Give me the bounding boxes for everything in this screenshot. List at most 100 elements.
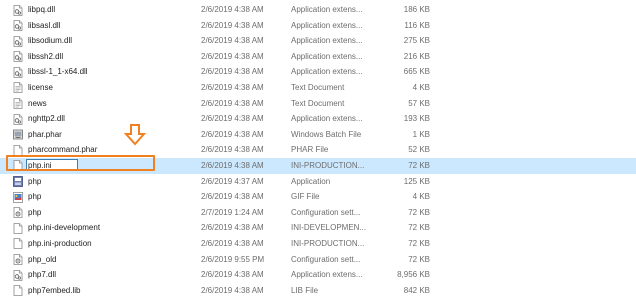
- date-modified: 2/6/2019 4:37 AM: [201, 176, 264, 186]
- file-name: php: [28, 207, 42, 217]
- file-name: php.ini-production: [28, 238, 92, 248]
- date-modified: 2/6/2019 4:38 AM: [201, 192, 264, 202]
- date-modified: 2/6/2019 4:38 AM: [201, 114, 264, 124]
- file-type: Application extens...: [291, 67, 363, 77]
- config-file-icon: [13, 254, 23, 265]
- file-row[interactable]: libssl-1_1-x64.dll 2/6/2019 4:38 AM Applic…: [0, 64, 636, 80]
- file-type: PHAR File: [291, 145, 329, 155]
- blank-file-icon: [13, 238, 23, 250]
- file-size: 57 KB: [408, 98, 430, 108]
- file-size: 72 KB: [408, 254, 430, 264]
- file-size: 72 KB: [408, 238, 430, 248]
- file-name: libsodium.dll: [28, 36, 73, 46]
- php-exe-icon: [13, 176, 23, 187]
- file-size: 216 KB: [403, 51, 430, 61]
- file-row[interactable]: phar.phar 2/6/2019 4:38 AM Windows Batch F…: [0, 127, 636, 143]
- file-size: 842 KB: [403, 285, 430, 295]
- file-name: news: [28, 98, 47, 108]
- file-row[interactable]: php7embed.lib 2/6/2019 4:38 AM LIB File 842…: [0, 283, 636, 299]
- batch-file-icon: [13, 129, 23, 140]
- file-type: Windows Batch File: [291, 129, 362, 139]
- dll-file-icon: [13, 35, 23, 47]
- file-type: INI-DEVELOPMEN...: [291, 223, 367, 233]
- date-modified: 2/6/2019 4:38 AM: [201, 270, 264, 280]
- date-modified: 2/6/2019 4:38 AM: [201, 129, 264, 139]
- file-size: 116 KB: [404, 20, 430, 30]
- file-row[interactable]: libssh2.dll 2/6/2019 4:38 AM Application e…: [0, 49, 636, 65]
- file-type: Configuration sett...: [291, 207, 361, 217]
- blank-file-icon: [13, 285, 23, 297]
- file-row[interactable]: php 2/6/2019 4:38 AM GIF File 4 KB: [0, 189, 636, 205]
- date-modified: 2/6/2019 4:38 AM: [201, 67, 264, 77]
- file-list: libpq.dll 2/6/2019 4:38 AM Application ext…: [0, 2, 636, 298]
- file-type: GIF File: [291, 192, 320, 202]
- file-name: libsasl.dll: [28, 20, 61, 30]
- dll-file-icon: [13, 4, 23, 16]
- config-file-icon: [13, 207, 23, 219]
- date-modified: 2/6/2019 4:38 AM: [201, 20, 264, 30]
- file-type: INI-PRODUCTION...: [291, 238, 365, 248]
- date-modified: 2/6/2019 4:38 AM: [201, 223, 264, 233]
- date-modified: 2/6/2019 4:38 AM: [201, 285, 264, 295]
- file-row[interactable]: news 2/6/2019 4:38 AM Text Document 57 KB: [0, 96, 636, 112]
- file-size: 72 KB: [408, 223, 430, 233]
- file-row[interactable]: nghttp2.dll 2/6/2019 4:38 AM Application e…: [0, 111, 636, 127]
- file-row[interactable]: php7.dll 2/6/2019 4:38 AM Application exte…: [0, 267, 636, 283]
- file-size: 193 KB: [403, 114, 430, 124]
- file-type: Application extens...: [291, 51, 363, 61]
- date-modified: 2/6/2019 4:38 AM: [201, 160, 264, 170]
- file-size: 52 KB: [408, 145, 430, 155]
- file-type: Application extens...: [291, 270, 363, 280]
- file-size: 125 KB: [403, 176, 430, 186]
- file-type: Text Document: [291, 98, 345, 108]
- file-name: php_old: [28, 254, 57, 264]
- file-row[interactable]: libsodium.dll 2/6/2019 4:38 AM Application…: [0, 33, 636, 49]
- date-modified: 2/6/2019 4:38 AM: [201, 145, 264, 155]
- file-name: php: [28, 176, 42, 186]
- date-modified: 2/6/2019 4:38 AM: [201, 238, 264, 248]
- file-size: 8,956 KB: [397, 270, 430, 280]
- date-modified: 2/6/2019 4:38 AM: [201, 36, 264, 46]
- file-type: Text Document: [291, 82, 345, 92]
- file-type: Configuration sett...: [291, 254, 361, 264]
- file-name: phar.phar: [28, 129, 62, 139]
- file-size: 4 KB: [412, 192, 430, 202]
- file-type: LIB File: [291, 285, 319, 295]
- file-row[interactable]: php 2/6/2019 4:37 AM Application 125 KB: [0, 174, 636, 190]
- file-type: Application: [291, 176, 331, 186]
- blank-file-icon: [13, 222, 23, 234]
- file-name: php.ini-development: [28, 223, 101, 233]
- file-name: libssl-1_1-x64.dll: [28, 67, 88, 77]
- highlight-rectangle: [6, 155, 155, 171]
- file-size: 72 KB: [408, 207, 430, 217]
- file-name: php7embed.lib: [28, 285, 81, 295]
- file-size: 1 KB: [412, 129, 430, 139]
- file-row[interactable]: libpq.dll 2/6/2019 4:38 AM Application ext…: [0, 2, 636, 18]
- dll-file-icon: [13, 113, 23, 125]
- file-name: nghttp2.dll: [28, 114, 65, 124]
- date-modified: 2/6/2019 9:55 PM: [201, 254, 265, 264]
- file-size: 186 KB: [403, 5, 430, 14]
- file-type: Application extens...: [291, 20, 363, 30]
- file-type: Application extens...: [291, 36, 363, 46]
- text-file-icon: [13, 98, 23, 109]
- file-name: libssh2.dll: [28, 51, 64, 61]
- date-modified: 2/6/2019 4:38 AM: [201, 5, 264, 14]
- date-modified: 2/6/2019 4:38 AM: [201, 98, 264, 108]
- file-row[interactable]: php_old 2/6/2019 9:55 PM Configuration set…: [0, 252, 636, 268]
- file-name: libpq.dll: [28, 5, 56, 14]
- file-row[interactable]: license 2/6/2019 4:38 AM Text Document 4 KB: [0, 80, 636, 96]
- file-row[interactable]: php 2/7/2019 1:24 AM Configuration sett...…: [0, 205, 636, 221]
- file-size: 665 KB: [403, 67, 430, 77]
- date-modified: 2/7/2019 1:24 AM: [201, 207, 264, 217]
- file-size: 4 KB: [412, 82, 430, 92]
- dll-file-icon: [13, 20, 23, 31]
- file-row[interactable]: libsasl.dll 2/6/2019 4:38 AM Application e…: [0, 18, 636, 34]
- down-arrow-icon: [124, 124, 146, 146]
- file-name: php7.dll: [28, 270, 57, 280]
- file-type: Application extens...: [291, 114, 363, 124]
- file-row[interactable]: php.ini-production 2/6/2019 4:38 AM INI-PR…: [0, 236, 636, 252]
- file-size: 72 KB: [408, 160, 430, 170]
- file-row[interactable]: php.ini-development 2/6/2019 4:38 AM INI-D…: [0, 220, 636, 236]
- dll-file-icon: [13, 66, 23, 78]
